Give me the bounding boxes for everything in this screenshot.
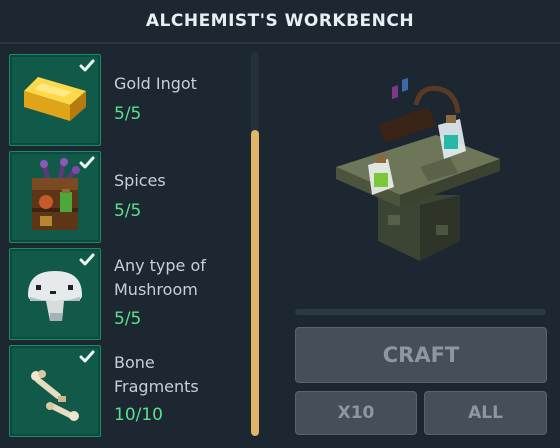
- spices-crate-icon: [32, 158, 80, 230]
- craft-button[interactable]: CRAFT: [295, 327, 547, 383]
- bone-fragments-icon: [31, 370, 79, 421]
- ingredient-mushroom[interactable]: Any type of Mushroom 5/5: [9, 248, 239, 340]
- ingredient-name: Gold Ingot: [114, 74, 197, 93]
- ingredient-name: Any type of: [114, 256, 206, 275]
- title-bar: ALCHEMIST'S WORKBENCH: [0, 0, 560, 44]
- ingredient-slot[interactable]: [9, 248, 101, 340]
- ingredient-bone-fragments[interactable]: Bone Fragments 10/10: [9, 345, 239, 437]
- mushroom-icon: [28, 271, 82, 321]
- ingredient-slot[interactable]: [9, 151, 101, 243]
- ingredient-gold-ingot[interactable]: Gold Ingot 5/5: [9, 54, 239, 146]
- ingredient-slot[interactable]: [9, 345, 101, 437]
- ingredient-count: 5/5: [114, 309, 142, 329]
- ingredient-name-line2: Fragments: [114, 377, 199, 396]
- ingredient-count: 5/5: [114, 201, 142, 221]
- ingredient-name: Spices: [114, 171, 166, 190]
- check-icon: [79, 350, 95, 363]
- scrollbar-thumb[interactable]: [251, 130, 259, 436]
- window-title: ALCHEMIST'S WORKBENCH: [145, 11, 415, 31]
- gold-ingot-icon: [24, 77, 86, 121]
- craft-x10-button[interactable]: X10: [295, 391, 417, 435]
- ingredient-name: Bone: [114, 353, 155, 372]
- ingredient-spices[interactable]: Spices 5/5: [9, 151, 239, 243]
- alchemist-workbench-preview: [336, 77, 500, 261]
- craft-all-button[interactable]: ALL: [424, 391, 547, 435]
- ingredient-slot[interactable]: [9, 54, 101, 146]
- craft-progress-track: [295, 309, 546, 315]
- ingredient-count: 5/5: [114, 104, 142, 124]
- ingredient-count: 10/10: [114, 405, 163, 425]
- ingredient-name-line2: Mushroom: [114, 280, 198, 299]
